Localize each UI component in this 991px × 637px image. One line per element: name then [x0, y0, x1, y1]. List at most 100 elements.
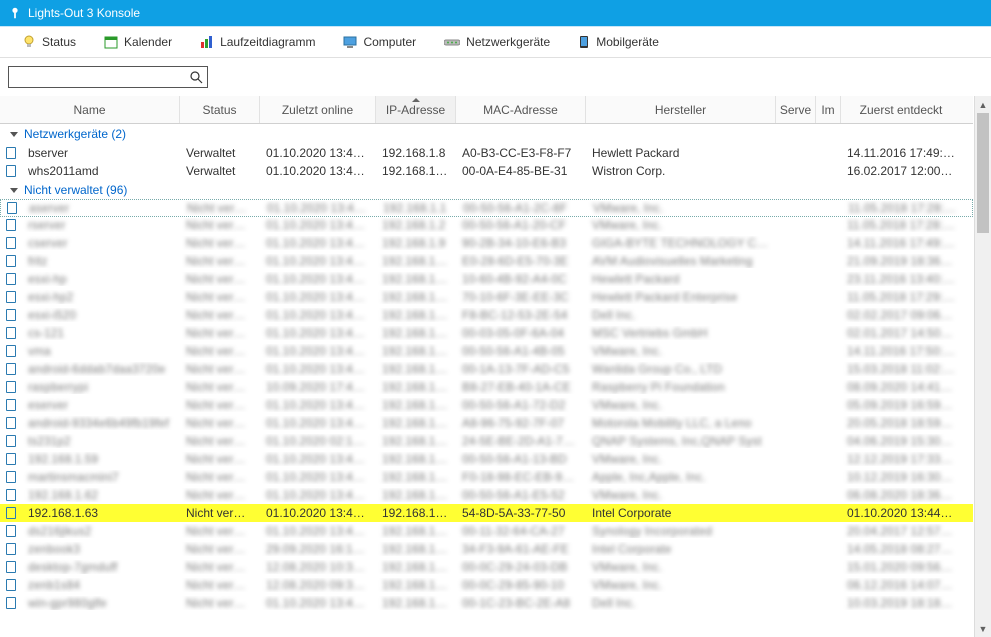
- cell-name: aserver: [23, 201, 181, 215]
- col-online[interactable]: Zuletzt online: [260, 96, 376, 123]
- cell-name: rserver: [22, 218, 180, 232]
- cell-ip: 192.168.1.62: [376, 488, 456, 502]
- cell-mac: 34-F3-9A-61-AE-FE: [456, 542, 586, 556]
- table-row[interactable]: rserverNicht verwaltet01.10.2020 13:43:5…: [0, 216, 973, 234]
- table-row[interactable]: raspberrypiNicht verwaltet10.09.2020 17:…: [0, 378, 973, 396]
- cell-mac: 00-0C-29-24-03-DB: [456, 560, 586, 574]
- table-row[interactable]: bserverVerwaltet01.10.2020 13:44:15192.1…: [0, 144, 973, 162]
- toolbar-netzwerk-label: Netzwerkgeräte: [466, 35, 550, 49]
- table-row[interactable]: whs2011amdVerwaltet01.10.2020 13:40:2219…: [0, 162, 973, 180]
- cell-disc: 15.03.2018 11:02:34: [841, 362, 961, 376]
- toolbar-status-label: Status: [42, 35, 76, 49]
- toolbar-mobil-label: Mobilgeräte: [596, 35, 659, 49]
- search-icon[interactable]: [189, 70, 203, 84]
- cell-mac: 00-50-56-A1-4B-05: [456, 344, 586, 358]
- table-row[interactable]: android-9334e6b49fb19fefNicht verwaltet0…: [0, 414, 973, 432]
- table-row-highlighted[interactable]: 192.168.1.63 Nicht verwaltet 01.10.2020 …: [0, 504, 973, 522]
- cell-disc: 11.05.2018 17:29:49: [841, 290, 961, 304]
- cell-name: 192.168.1.63: [22, 506, 180, 520]
- cell-name: bserver: [22, 146, 180, 160]
- toolbar-kalender[interactable]: Kalender: [90, 29, 186, 55]
- toolbar-laufzeit[interactable]: Laufzeitdiagramm: [186, 29, 329, 55]
- cell-status: Nicht verwaltet: [180, 398, 260, 412]
- table-row[interactable]: esxi-hp2Nicht verwaltet01.10.2020 13:44:…: [0, 288, 973, 306]
- cell-name: desktop-7gmduff: [22, 560, 180, 574]
- cell-ip: 192.168.1.21: [376, 290, 456, 304]
- col-status[interactable]: Status: [180, 96, 260, 123]
- device-icon: [0, 291, 22, 303]
- cell-mfr: AVM Audiovisuelles Marketing: [586, 254, 776, 268]
- vertical-scrollbar[interactable]: ▲ ▼: [974, 96, 991, 637]
- cell-online: 01.10.2020 13:44:17: [260, 416, 376, 430]
- group-netzwerkgeraete[interactable]: Netzwerkgeräte (2): [0, 124, 973, 144]
- col-mac[interactable]: MAC-Adresse: [456, 96, 586, 123]
- cell-status: Nicht verwaltet: [180, 524, 260, 538]
- table-row[interactable]: ts231p2Nicht verwaltet01.10.2020 02:17:5…: [0, 432, 973, 450]
- device-icon: [0, 561, 22, 573]
- col-serve[interactable]: Serve: [776, 96, 816, 123]
- grid-container: Name Status Zuletzt online IP-Adresse MA…: [0, 96, 991, 637]
- cell-mac: 24-5E-BE-2D-A1-72,24-5: [456, 434, 586, 448]
- col-im[interactable]: Im: [816, 96, 841, 123]
- cell-name: cserver: [22, 236, 180, 250]
- scroll-up-icon[interactable]: ▲: [975, 96, 991, 113]
- scroll-down-icon[interactable]: ▼: [975, 620, 991, 637]
- column-headers: Name Status Zuletzt online IP-Adresse MA…: [0, 96, 973, 124]
- scroll-thumb[interactable]: [977, 113, 989, 233]
- cell-disc: 11.05.2018 17:28:57: [842, 201, 962, 215]
- col-name[interactable]: Name: [0, 96, 180, 123]
- cell-name: esxi-i520: [22, 308, 180, 322]
- cell-status: Nicht verwaltet: [180, 470, 260, 484]
- cell-ip: 192.168.1.10: [376, 254, 456, 268]
- cell-ip: 192.168.1.73: [376, 578, 456, 592]
- cell-mfr: Intel Corporate: [586, 506, 776, 520]
- table-row[interactable]: zenb1s84Nicht verwaltet12.08.2020 09:36:…: [0, 576, 973, 594]
- table-row[interactable]: aserverNicht verwaltet01.10.2020 13:43:5…: [0, 199, 973, 217]
- cell-online: 29.09.2020 16:16:27: [260, 542, 376, 556]
- table-row[interactable]: cs-121Nicht verwaltet01.10.2020 13:43:59…: [0, 324, 973, 342]
- cell-ip: 192.168.1.56: [376, 416, 456, 430]
- table-row[interactable]: win-gpr980glfeNicht verwaltet01.10.2020 …: [0, 594, 973, 612]
- table-row[interactable]: desktop-7gmduffNicht verwaltet12.08.2020…: [0, 558, 973, 576]
- table-row[interactable]: esxi-i520Nicht verwaltet01.10.2020 13:44…: [0, 306, 973, 324]
- col-mfr[interactable]: Hersteller: [586, 96, 776, 123]
- cell-mfr: VMware, Inc.: [586, 452, 776, 466]
- cell-mfr: VMware, Inc.: [586, 218, 776, 232]
- search-input[interactable]: [13, 70, 189, 84]
- table-row[interactable]: cserverNicht verwaltet01.10.2020 13:43:5…: [0, 234, 973, 252]
- cell-online: 12.08.2020 09:36:16: [260, 578, 376, 592]
- cell-ip: 192.168.1.1: [377, 201, 457, 215]
- searchbox[interactable]: [8, 66, 208, 88]
- cell-name: android-9334e6b49fb19fef: [22, 416, 180, 430]
- toolbar-netzwerk[interactable]: Netzwerkgeräte: [430, 29, 564, 55]
- cell-disc: 02.01.2017 14:50:46: [841, 326, 961, 340]
- cell-disc: 10.12.2019 16:30:53: [841, 470, 961, 484]
- cell-status: Nicht verwaltet: [180, 290, 260, 304]
- toolbar-mobil[interactable]: Mobilgeräte: [564, 29, 673, 55]
- cell-ip: 192.168.1.69: [376, 542, 456, 556]
- table-row[interactable]: android-6ddab7daa3720eNicht verwaltet01.…: [0, 360, 973, 378]
- table-row[interactable]: martinsmacmini7Nicht verwaltet01.10.2020…: [0, 468, 973, 486]
- cell-status: Nicht verwaltet: [180, 380, 260, 394]
- table-row[interactable]: vmaNicht verwaltet01.10.2020 13:43:59192…: [0, 342, 973, 360]
- table-row[interactable]: eserverNicht verwaltet01.10.2020 13:44:1…: [0, 396, 973, 414]
- table-row[interactable]: fritzNicht verwaltet01.10.2020 13:44:091…: [0, 252, 973, 270]
- table-row[interactable]: esxi-hpNicht verwaltet01.10.2020 13:44:0…: [0, 270, 973, 288]
- table-row[interactable]: zenbook3Nicht verwaltet29.09.2020 16:16:…: [0, 540, 973, 558]
- cell-mfr: Synology Incorporated: [586, 524, 776, 538]
- cell-disc: 20.05.2018 18:59:45: [841, 416, 961, 430]
- col-disc[interactable]: Zuerst entdeckt: [841, 96, 961, 123]
- toolbar-computer[interactable]: Computer: [329, 29, 430, 55]
- toolbar-status[interactable]: Status: [8, 29, 90, 55]
- table-row[interactable]: 192.168.1.59Nicht verwaltet01.10.2020 13…: [0, 450, 973, 468]
- table-row[interactable]: ds216jikus2Nicht verwaltet01.10.2020 13:…: [0, 522, 973, 540]
- table-row[interactable]: 192.168.1.62Nicht verwaltet01.10.2020 13…: [0, 486, 973, 504]
- device-icon: [0, 327, 22, 339]
- cell-mac: A0-B3-CC-E3-F8-F7: [456, 146, 586, 160]
- group-nicht-verwaltet[interactable]: Nicht verwaltet (96): [0, 180, 973, 200]
- col-ip[interactable]: IP-Adresse: [376, 96, 456, 123]
- cell-ip: 192.168.1.2: [376, 218, 456, 232]
- cell-name: martinsmacmini7: [22, 470, 180, 484]
- cell-status: Nicht verwaltet: [181, 201, 261, 215]
- cell-mac: 90-2B-34-10-E6-B3: [456, 236, 586, 250]
